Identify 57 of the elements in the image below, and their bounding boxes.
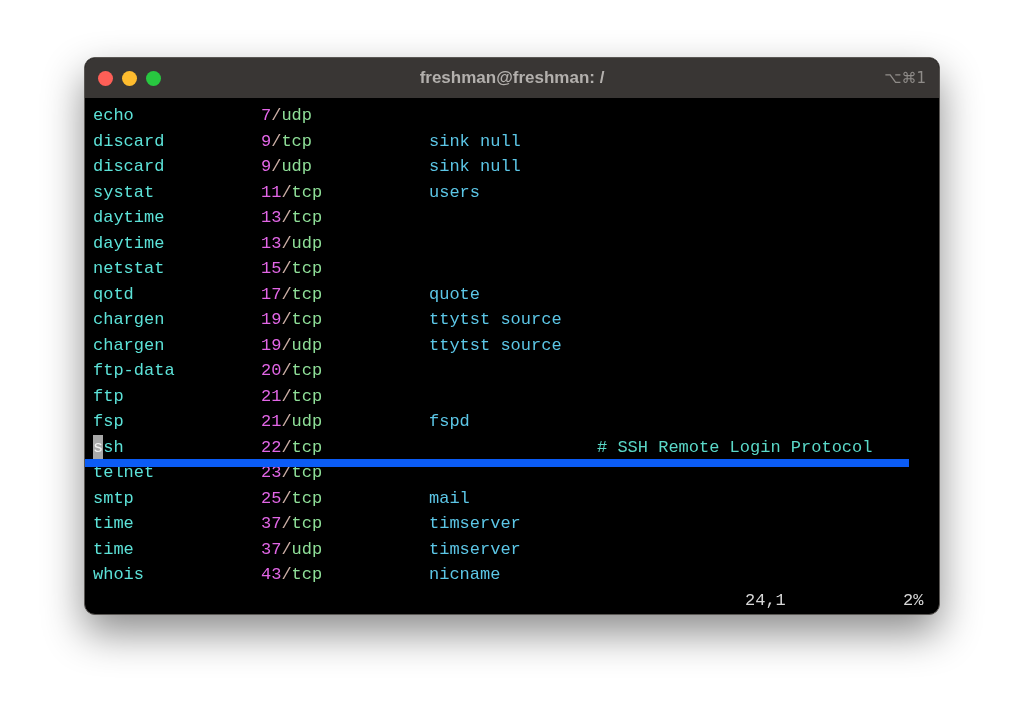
service-port: 21/udp	[261, 412, 323, 431]
service-port: 13/tcp	[261, 208, 323, 227]
service-port: 37/udp	[261, 539, 323, 559]
service-alias: sink null	[429, 131, 521, 151]
service-port: 19/udp	[261, 335, 323, 355]
service-alias: mail	[429, 488, 470, 508]
service-port: 17/tcp	[261, 284, 323, 304]
window-title: freshman@freshman: /	[419, 67, 605, 90]
service-port: 21/tcp	[261, 386, 323, 406]
service-name: smtp	[93, 488, 134, 508]
service-name: time	[93, 514, 134, 533]
service-name: time	[93, 539, 134, 559]
service-alias: sink null	[429, 157, 521, 176]
service-port: 7/udp	[261, 106, 312, 125]
service-name: sh	[103, 436, 124, 459]
service-name: daytime	[93, 208, 165, 227]
service-port: 25/tcp	[261, 488, 323, 508]
service-name: fsp	[93, 412, 124, 431]
service-name: chargen	[93, 335, 165, 355]
service-name: discard	[93, 131, 165, 151]
zoom-button[interactable]	[146, 70, 161, 86]
service-name: whois	[93, 565, 144, 584]
service-alias: timserver	[429, 539, 521, 559]
service-alias: nicname	[429, 565, 501, 584]
service-alias: ttytst source	[429, 335, 562, 355]
scroll-percent: 2%	[903, 589, 924, 612]
service-port: 15/tcp	[261, 259, 323, 278]
service-name: telnet	[93, 463, 155, 482]
service-name: systat	[93, 182, 155, 202]
service-alias: ttytst source	[429, 310, 562, 329]
cursor-position: 24,1	[745, 590, 786, 610]
service-name: ftp-data	[93, 361, 175, 380]
service-port: 11/tcp	[261, 182, 323, 202]
service-port: 20/tcp	[261, 361, 323, 380]
service-port: 9/tcp	[261, 131, 312, 151]
service-port: 37/tcp	[261, 514, 323, 533]
service-port: 9/udp	[261, 157, 312, 176]
shortcut-label: ⌥⌘1	[884, 67, 926, 89]
service-port: 43/tcp	[261, 565, 323, 584]
service-port: 13/udp	[261, 233, 323, 253]
service-name: ftp	[93, 386, 124, 406]
minimize-button[interactable]	[122, 70, 137, 86]
service-name: echo	[93, 106, 134, 125]
service-port: 22/tcp	[261, 437, 323, 457]
service-alias: quote	[429, 284, 480, 304]
service-alias: timserver	[429, 514, 521, 533]
text-cursor: s	[93, 434, 104, 460]
service-name: daytime	[93, 233, 165, 253]
service-name: discard	[93, 157, 165, 176]
close-button[interactable]	[98, 70, 113, 86]
service-name: chargen	[93, 310, 165, 329]
service-port: 19/tcp	[261, 310, 323, 329]
service-name: qotd	[93, 284, 134, 304]
service-name: netstat	[93, 259, 165, 278]
service-comment: # SSH Remote Login Protocol	[597, 436, 873, 459]
service-alias: fspd	[429, 412, 470, 431]
service-alias: users	[429, 182, 480, 202]
